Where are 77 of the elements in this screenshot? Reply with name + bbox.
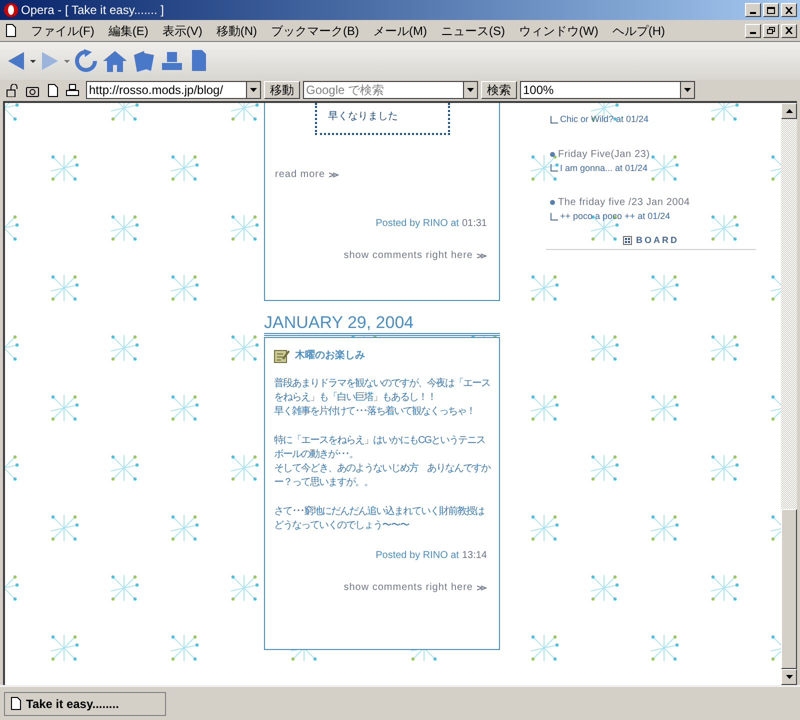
grid-square-icon bbox=[623, 236, 632, 245]
minimize-button[interactable] bbox=[745, 24, 761, 38]
menu-item[interactable]: ファイル(F) bbox=[24, 22, 102, 40]
scroll-down-button[interactable] bbox=[781, 669, 797, 685]
post-text: 早く雑事を片付けて･･･落ち着いて観なくっちゃ！ bbox=[274, 405, 476, 419]
restore-icon bbox=[767, 27, 775, 34]
menu-item[interactable]: 表示(V) bbox=[155, 22, 210, 40]
comments-link[interactable]: show comments right here bbox=[344, 580, 487, 595]
zoom-field[interactable]: 100% bbox=[520, 81, 680, 99]
double-arrow-icon bbox=[477, 584, 487, 590]
printer-icon[interactable] bbox=[66, 84, 79, 96]
search-button[interactable]: 検索 bbox=[481, 81, 517, 99]
maximize-icon bbox=[767, 6, 775, 14]
caret-icon bbox=[684, 88, 691, 92]
reload-icon[interactable] bbox=[74, 49, 98, 73]
tree-branch-icon bbox=[550, 164, 558, 172]
menu-item[interactable]: ヘルプ(H) bbox=[605, 22, 672, 40]
page-icon[interactable] bbox=[6, 24, 16, 37]
entry-link[interactable]: The friday five /23 Jan 2004 bbox=[558, 195, 690, 210]
status-text: Take it easy........ bbox=[26, 696, 119, 712]
scroll-down-icon bbox=[786, 675, 792, 679]
menu-item[interactable]: ウィンドウ(W) bbox=[512, 22, 606, 40]
page-icon bbox=[11, 697, 21, 710]
close-button[interactable] bbox=[781, 3, 797, 17]
post-text: さて･･･窮地にだんだん追い込まれていく財前教授はどうなっていくのでしょう〜〜〜 bbox=[274, 505, 486, 533]
double-arrow-icon bbox=[329, 172, 340, 178]
comment-link[interactable]: ++ poco a poco ++ at 01/24 bbox=[560, 210, 670, 224]
post-time[interactable]: 01:31 bbox=[462, 216, 487, 231]
post-time[interactable]: 13:14 bbox=[462, 548, 487, 563]
dropdown-caret-icon[interactable] bbox=[30, 60, 36, 62]
back-arrow-icon[interactable] bbox=[6, 49, 26, 73]
maximize-button[interactable] bbox=[763, 3, 779, 17]
double-arrow-icon bbox=[477, 252, 487, 258]
read-more-link[interactable]: read more bbox=[275, 167, 340, 182]
scroll-up-button[interactable] bbox=[781, 103, 797, 119]
caret-icon bbox=[250, 88, 257, 92]
post-text: 特に「エースをねらえ」はいかにもCGというテニスボールの動きが･･･。 bbox=[274, 434, 486, 462]
quote-box: 早くなりました bbox=[315, 103, 450, 135]
entry-link[interactable]: Friday Five(Jan 23) bbox=[558, 146, 650, 162]
post-text: 普段あまりドラマを観ないのですが、今夜は「エースをねらえ」も「白い巨塔」もあるし！！ bbox=[274, 377, 490, 405]
menu-item[interactable]: 編集(E) bbox=[101, 22, 156, 40]
restore-button[interactable] bbox=[763, 24, 779, 38]
post-text: そして今どき、あのようないじめ方 ありなんですかー？って思いますが。。 bbox=[274, 462, 490, 490]
address-field[interactable]: http://rosso.mods.jp/blog/ bbox=[86, 81, 246, 99]
comment-link[interactable]: Chic or Wild? at 01/24 bbox=[560, 113, 649, 126]
menu-item[interactable]: 移動(N) bbox=[209, 22, 264, 40]
lock-icon[interactable] bbox=[6, 84, 19, 96]
board-link[interactable]: BOARD bbox=[636, 234, 679, 247]
comment-link[interactable]: I am gonna... at 01/24 bbox=[560, 162, 648, 175]
notepad-icon bbox=[274, 348, 290, 362]
opera-logo-icon bbox=[3, 2, 19, 18]
posted-by-text: Posted by RINO at bbox=[376, 217, 459, 231]
menu-item[interactable]: メール(M) bbox=[366, 22, 434, 40]
dropdown-button[interactable] bbox=[463, 81, 478, 99]
window-title: Opera - [ Take it easy....... ] bbox=[21, 2, 164, 19]
close-icon bbox=[785, 27, 793, 34]
close-button[interactable] bbox=[781, 24, 797, 38]
go-button[interactable]: 移動 bbox=[264, 81, 300, 99]
dropdown-button[interactable] bbox=[246, 81, 261, 99]
close-icon bbox=[785, 6, 793, 14]
tree-branch-icon bbox=[550, 212, 558, 221]
menu-item[interactable]: ブックマーク(B) bbox=[264, 22, 366, 40]
bullet-icon bbox=[550, 152, 555, 156]
comments-link[interactable]: show comments right here bbox=[344, 248, 487, 263]
scroll-up-icon bbox=[786, 109, 792, 113]
tree-branch-icon bbox=[550, 116, 558, 124]
search-field[interactable]: Google で検索 bbox=[303, 81, 463, 99]
dropdown-button[interactable] bbox=[680, 81, 695, 99]
minimize-button[interactable] bbox=[745, 3, 761, 17]
menu-item[interactable]: ニュース(S) bbox=[434, 22, 512, 40]
post-title[interactable]: 木曜のお楽しみ bbox=[295, 348, 365, 363]
home-icon[interactable] bbox=[102, 49, 128, 73]
cards-icon[interactable] bbox=[132, 49, 156, 73]
page-icon[interactable] bbox=[46, 84, 59, 96]
caret-icon bbox=[467, 88, 474, 92]
posted-by-text: Posted by RINO at bbox=[376, 549, 459, 563]
bullet-icon bbox=[550, 200, 555, 205]
